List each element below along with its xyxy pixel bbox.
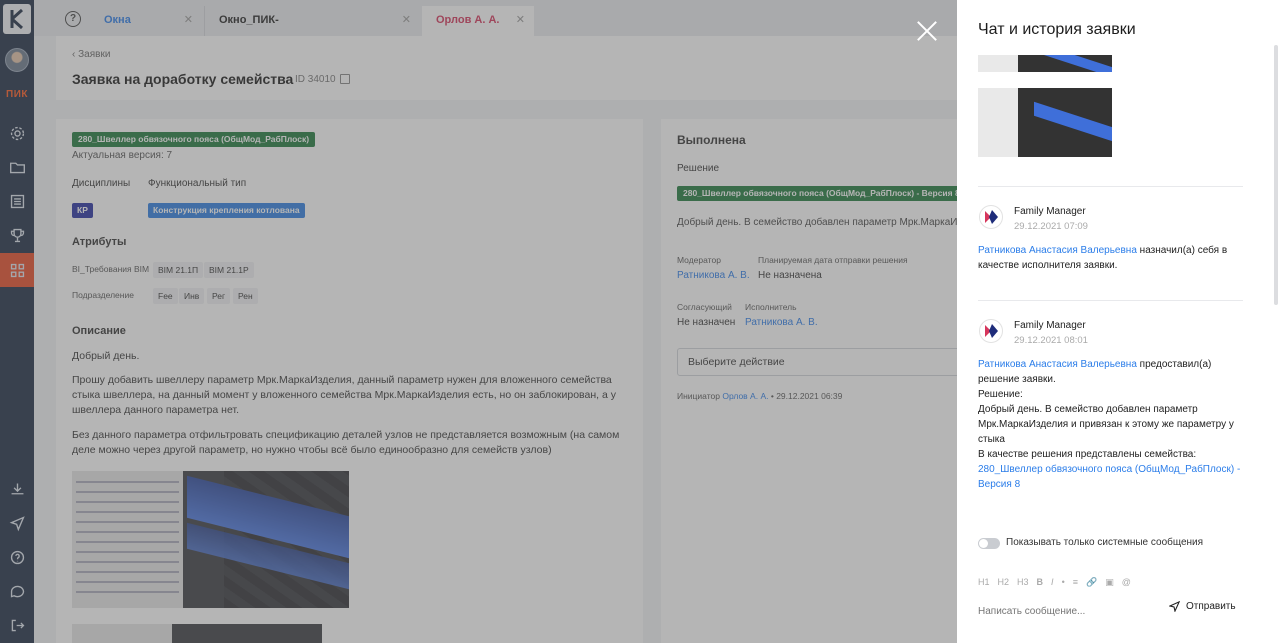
- h3-button[interactable]: H3: [1017, 577, 1029, 588]
- thumb-beam: [1034, 55, 1112, 72]
- image-icon[interactable]: ▣: [1105, 577, 1114, 588]
- editor-toolbar: H1 H2 H3 B I • ≡ 🔗 ▣ @: [978, 577, 1131, 588]
- message-author: Family Manager: [1014, 206, 1086, 217]
- drawer-title: Чат и история заявки: [978, 21, 1136, 38]
- image-attachment[interactable]: [978, 88, 1112, 157]
- scrollbar[interactable]: [1274, 45, 1278, 305]
- message-input[interactable]: [978, 606, 1168, 617]
- chat-drawer: Чат и история заявки Family Manager 29.1…: [957, 0, 1280, 643]
- message-date: 29.12.2021 07:09: [1014, 221, 1088, 232]
- family-manager-logo: [979, 205, 1003, 229]
- message-date: 29.12.2021 08:01: [1014, 335, 1088, 346]
- message-body: Ратникова Анастасия Валерьевна предостав…: [978, 357, 1243, 492]
- fm-logo-icon: [985, 324, 998, 338]
- solution-label: Решение:: [978, 389, 1023, 400]
- h1-button[interactable]: H1: [978, 577, 990, 588]
- close-drawer-icon[interactable]: [917, 21, 937, 41]
- message-author: Family Manager: [1014, 320, 1086, 331]
- italic-button[interactable]: I: [1051, 577, 1054, 588]
- system-messages-toggle[interactable]: [978, 538, 1000, 549]
- send-label: Отправить: [1186, 601, 1236, 612]
- modal-overlay[interactable]: [0, 0, 957, 643]
- solution-text: Добрый день. В семейство добавлен параме…: [978, 404, 1234, 445]
- message-user-link[interactable]: Ратникова Анастасия Валерьевна: [978, 359, 1137, 370]
- bold-button[interactable]: B: [1037, 577, 1044, 588]
- message-user-link[interactable]: Ратникова Анастасия Валерьевна: [978, 245, 1137, 256]
- toggle-label: Показывать только системные сообщения: [1006, 537, 1204, 548]
- family-manager-logo: [979, 319, 1003, 343]
- family-link[interactable]: 280_Швеллер обвязочного пояса (ОбщМод_Ра…: [978, 464, 1240, 490]
- send-button[interactable]: Отправить: [1169, 601, 1236, 612]
- mention-icon[interactable]: @: [1122, 577, 1131, 588]
- ordered-list-icon[interactable]: ≡: [1073, 577, 1078, 588]
- divider: [978, 186, 1243, 187]
- image-attachment[interactable]: [978, 55, 1112, 72]
- thumb-panel: [978, 88, 1019, 157]
- h2-button[interactable]: H2: [998, 577, 1010, 588]
- thumb-panel: [978, 55, 1019, 72]
- divider: [978, 300, 1243, 301]
- message-body: Ратникова Анастасия Валерьевна назначил(…: [978, 243, 1243, 273]
- families-label: В качестве решения представлены семейств…: [978, 449, 1197, 460]
- link-icon[interactable]: 🔗: [1086, 577, 1097, 588]
- thumb-beam: [1034, 101, 1112, 147]
- fm-logo-icon: [985, 210, 998, 224]
- bullet-list-icon[interactable]: •: [1062, 577, 1065, 588]
- send-icon: [1169, 601, 1180, 612]
